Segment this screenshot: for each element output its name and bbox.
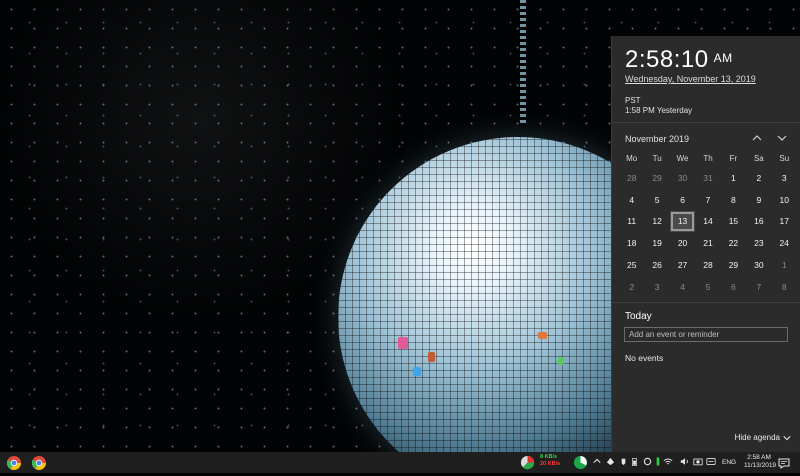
calendar-day[interactable]: 9 — [746, 189, 771, 211]
calendar-day[interactable]: 28 — [619, 167, 644, 189]
timezone-label: PST — [625, 96, 641, 105]
calendar-day[interactable]: 30 — [670, 167, 695, 189]
battery-icon[interactable] — [631, 457, 638, 467]
calendar-day[interactable]: 29 — [721, 254, 746, 276]
weekday-label: Tu — [652, 154, 662, 163]
divider — [612, 302, 800, 303]
calendar-day[interactable]: 12 — [644, 211, 669, 233]
weekday-label: Sa — [753, 154, 764, 163]
calendar-day-today[interactable]: 13 — [669, 210, 696, 233]
calendar-day[interactable]: 30 — [746, 254, 771, 276]
calendar-day[interactable]: 2 — [746, 167, 771, 189]
green-status-icon[interactable] — [656, 457, 660, 466]
calendar-day[interactable]: 18 — [619, 232, 644, 254]
wallpaper-chain — [520, 0, 526, 125]
weekday-label: Fr — [729, 154, 738, 163]
calendar-day[interactable]: 8 — [772, 276, 797, 298]
calendar-day[interactable]: 29 — [644, 167, 669, 189]
calendar-month-label[interactable]: November 2019 — [625, 134, 689, 144]
wifi-icon[interactable] — [663, 457, 673, 466]
calendar-day[interactable]: 24 — [772, 232, 797, 254]
camera-icon[interactable] — [693, 457, 703, 466]
calendar-day[interactable]: 3 — [772, 167, 797, 189]
calendar-day[interactable]: 14 — [695, 211, 720, 233]
clock-calendar-flyout: 2:58:10 AM Wednesday, November 13, 2019 P… — [611, 36, 800, 452]
clock-time: 2:58:10 AM — [625, 46, 733, 74]
calendar-day[interactable]: 17 — [772, 211, 797, 233]
calendar-day[interactable]: 4 — [619, 189, 644, 211]
calendar-day[interactable]: 4 — [670, 276, 695, 298]
weekday-label: Th — [703, 154, 713, 163]
chevron-down-icon — [777, 135, 787, 141]
calendar-day[interactable]: 7 — [695, 189, 720, 211]
calendar-day-grid: 28 29 30 31 1 2 3 4 5 6 7 8 9 10 11 12 13 14 15 16 17 18 19 20 2… — [619, 167, 797, 298]
clock-date-link[interactable]: Wednesday, November 13, 2019 — [625, 74, 756, 84]
calendar-day[interactable]: 6 — [721, 276, 746, 298]
notification-icon[interactable] — [778, 456, 790, 469]
network-speed-readout: 8 KB/s 20 KB/s — [540, 454, 560, 468]
clock-ampm: AM — [713, 51, 733, 65]
calendar-day[interactable]: 8 — [721, 189, 746, 211]
calendar-day[interactable]: 19 — [644, 232, 669, 254]
calendar-day[interactable]: 28 — [695, 254, 720, 276]
calendar-day[interactable]: 16 — [746, 211, 771, 233]
usb-icon[interactable] — [619, 457, 628, 466]
calendar-day[interactable]: 22 — [721, 232, 746, 254]
chrome-icon[interactable] — [31, 455, 47, 471]
calendar-day[interactable]: 25 — [619, 254, 644, 276]
divider — [612, 122, 800, 123]
calendar-day[interactable]: 21 — [695, 232, 720, 254]
dropbox-icon[interactable] — [606, 457, 615, 466]
taskbar-date: 11/13/2019 — [744, 462, 777, 469]
no-events-text: No events — [625, 353, 664, 363]
weekday-label: We — [676, 154, 689, 163]
network-meter-icon[interactable] — [520, 455, 535, 470]
update-icon[interactable] — [643, 457, 652, 466]
calendar-day[interactable]: 1 — [721, 167, 746, 189]
calendar-day[interactable]: 7 — [746, 276, 771, 298]
chevron-up-icon — [752, 135, 762, 141]
cpu-gauge-icon[interactable] — [573, 455, 588, 470]
chevron-down-icon — [783, 435, 791, 440]
calendar-day[interactable]: 20 — [670, 232, 695, 254]
taskbar: 8 KB/s 20 KB/s ENG 2:58 AM 11/13/2019 — [0, 452, 800, 473]
calendar-weekday-header: Mo Tu We Th Fr Sa Su — [619, 154, 797, 163]
teamviewer-icon[interactable] — [706, 457, 716, 466]
calendar-day[interactable]: 15 — [721, 211, 746, 233]
calendar-day[interactable]: 2 — [619, 276, 644, 298]
weekday-label: Su — [779, 154, 790, 163]
calendar-day[interactable]: 27 — [670, 254, 695, 276]
add-event-input[interactable] — [624, 327, 788, 342]
input-language[interactable]: ENG — [722, 459, 736, 466]
next-month-button[interactable] — [774, 130, 790, 146]
chrome-icon[interactable] — [6, 455, 22, 471]
hide-agenda-button[interactable]: Hide agenda — [735, 433, 791, 442]
download-speed: 20 KB/s — [540, 461, 561, 467]
hide-agenda-label: Hide agenda — [734, 433, 780, 442]
calendar-day[interactable]: 10 — [772, 189, 797, 211]
taskbar-time: 2:58 AM — [747, 454, 771, 461]
weekday-label: Mo — [626, 154, 638, 163]
calendar-day[interactable]: 23 — [746, 232, 771, 254]
chevron-up-icon[interactable] — [593, 457, 601, 465]
calendar-day[interactable]: 5 — [644, 189, 669, 211]
calendar-day[interactable]: 26 — [644, 254, 669, 276]
calendar-day[interactable]: 1 — [772, 254, 797, 276]
agenda-title: Today — [625, 311, 652, 322]
taskbar-clock[interactable]: 2:58 AM 11/13/2019 — [744, 454, 777, 470]
upload-speed: 8 KB/s — [540, 454, 558, 460]
calendar-day[interactable]: 6 — [670, 189, 695, 211]
calendar-day[interactable]: 3 — [644, 276, 669, 298]
calendar-day[interactable]: 31 — [695, 167, 720, 189]
timezone-time: 1:58 PM Yesterday — [625, 106, 693, 115]
calendar-day[interactable]: 5 — [695, 276, 720, 298]
clock-time-value: 2:58:10 — [625, 46, 709, 73]
previous-month-button[interactable] — [749, 130, 765, 146]
volume-icon[interactable] — [680, 457, 690, 466]
calendar-day[interactable]: 11 — [619, 211, 644, 233]
